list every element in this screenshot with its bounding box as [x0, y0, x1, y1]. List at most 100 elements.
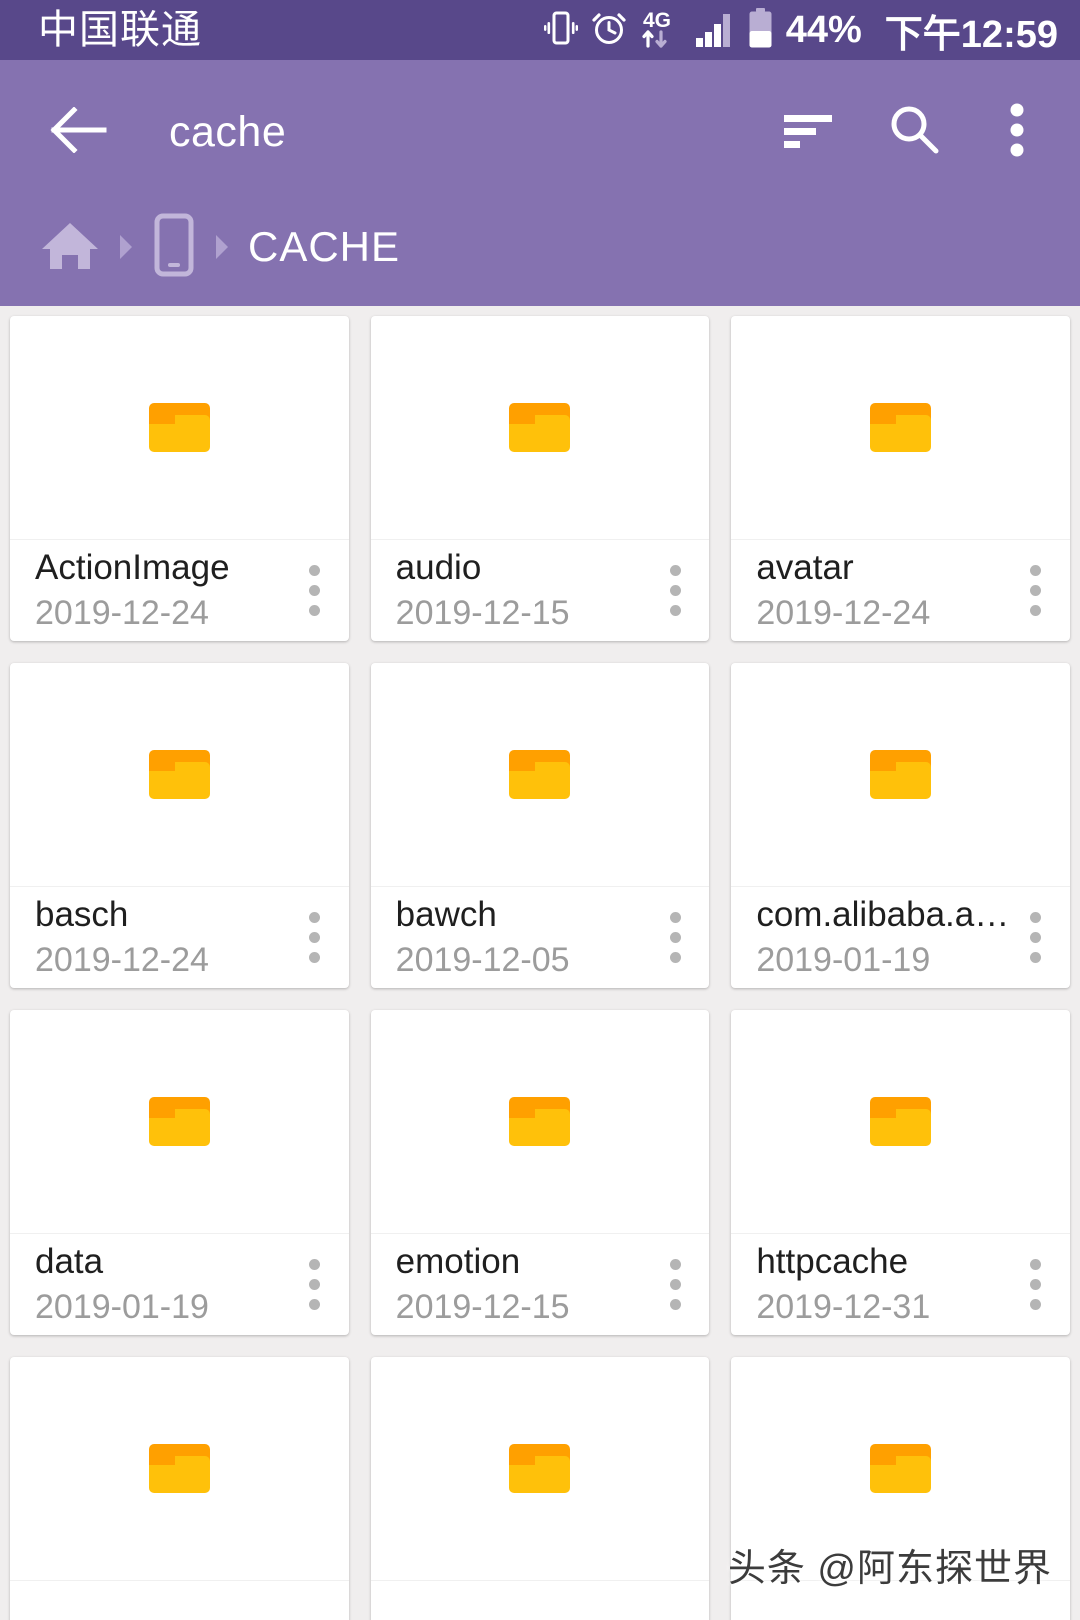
breadcrumb-item-home[interactable]: [40, 217, 100, 278]
file-meta: avatar 2019-12-24: [731, 540, 1070, 641]
file-overflow-button[interactable]: [1010, 1242, 1062, 1328]
file-name: emotion: [395, 1242, 521, 1282]
folder-icon: [509, 403, 571, 452]
overflow-dot: [309, 1279, 321, 1290]
folder-icon: [509, 750, 571, 799]
file-date: 2019-12-15: [395, 593, 570, 632]
file-meta: data 2019-01-19: [10, 1234, 349, 1335]
file-date: 2019-12-24: [35, 940, 209, 979]
overflow-dot: [669, 605, 681, 616]
file-thumbnail: [731, 316, 1070, 540]
search-button[interactable]: [882, 101, 944, 163]
search-icon: [886, 103, 940, 162]
back-button[interactable]: [40, 94, 116, 170]
file-overflow-button[interactable]: [289, 895, 341, 981]
file-name: httpcache: [756, 1242, 909, 1282]
overflow-dot: [669, 585, 681, 596]
file-card[interactable]: [731, 1357, 1070, 1620]
file-name: audio: [395, 548, 482, 588]
file-card[interactable]: avatar 2019-12-24: [731, 316, 1070, 641]
overflow-dot: [1030, 912, 1042, 923]
svg-text:4G: 4G: [643, 9, 671, 32]
sort-icon: [782, 109, 836, 156]
file-date: 2019-01-19: [756, 940, 931, 979]
file-overflow-button[interactable]: [289, 1242, 341, 1328]
folder-icon: [870, 1444, 932, 1493]
file-overflow-button[interactable]: [649, 1242, 701, 1328]
file-overflow-button[interactable]: [1010, 548, 1062, 634]
file-overflow-button[interactable]: [289, 548, 341, 634]
overflow-dot: [309, 912, 321, 923]
overflow-dot: [669, 1299, 681, 1310]
file-card[interactable]: audio 2019-12-15: [370, 316, 710, 641]
file-date: 2019-12-05: [395, 940, 570, 979]
file-date: 2019-12-31: [756, 1287, 931, 1326]
sort-button[interactable]: [778, 101, 840, 163]
file-thumbnail: [10, 316, 349, 540]
file-meta: httpcache 2019-12-31: [731, 1234, 1070, 1335]
file-name: ActionImage: [35, 548, 230, 588]
folder-icon: [148, 403, 210, 452]
breadcrumb-item-device[interactable]: [152, 213, 196, 282]
folder-icon: [148, 1097, 210, 1146]
app-bar-actions: [778, 101, 1048, 163]
file-date: 2019-12-15: [395, 1287, 570, 1326]
overflow-dot: [669, 1279, 681, 1290]
overflow-dot: [1030, 952, 1042, 963]
phone-icon: [152, 213, 196, 282]
overflow-dot: [669, 952, 681, 963]
overflow-dot: [669, 1259, 681, 1270]
file-date: 2019-12-24: [35, 593, 209, 632]
overflow-dot: [1030, 585, 1042, 596]
file-thumbnail: [370, 316, 710, 540]
file-card[interactable]: [10, 1357, 349, 1620]
status-icons: 4G 44% 下午12:59: [543, 3, 1058, 58]
file-card[interactable]: [370, 1357, 710, 1620]
overflow-dot: [309, 605, 321, 616]
folder-icon: [870, 750, 932, 799]
file-grid: ActionImage 2019-12-24 audio 2019-12-15: [0, 306, 1080, 1620]
file-card[interactable]: httpcache 2019-12-31: [731, 1010, 1070, 1335]
page-title: cache: [169, 107, 287, 156]
file-overflow-button[interactable]: [1010, 895, 1062, 981]
file-meta: com.alibaba.a… 2019-01-19: [731, 887, 1070, 988]
file-card[interactable]: ActionImage 2019-12-24: [10, 316, 349, 641]
clock-label: 下午12:59: [884, 13, 1058, 56]
folder-icon: [870, 403, 932, 452]
breadcrumb-item-cache[interactable]: CACHE: [248, 223, 400, 271]
file-meta: [731, 1581, 1070, 1620]
back-arrow-icon: [48, 105, 108, 158]
file-overflow-button[interactable]: [649, 895, 701, 981]
overflow-dot: [309, 565, 321, 576]
overflow-menu-button[interactable]: [986, 101, 1048, 163]
file-thumbnail: [370, 1357, 710, 1581]
file-card[interactable]: basch 2019-12-24: [10, 663, 349, 988]
breadcrumb-separator-icon: [116, 232, 136, 262]
vibrate-icon: [543, 9, 578, 52]
breadcrumb: CACHE: [0, 188, 1080, 306]
file-thumbnail: [731, 1010, 1070, 1234]
file-meta: [10, 1581, 349, 1620]
file-card[interactable]: emotion 2019-12-15: [370, 1010, 710, 1335]
folder-icon: [148, 750, 210, 799]
file-overflow-button[interactable]: [649, 548, 701, 634]
network-4g-icon: 4G: [640, 8, 682, 53]
file-thumbnail: [731, 1357, 1070, 1581]
file-name: avatar: [756, 548, 854, 588]
file-card[interactable]: com.alibaba.a… 2019-01-19: [731, 663, 1070, 988]
file-card[interactable]: data 2019-01-19: [10, 1010, 349, 1335]
file-card[interactable]: bawch 2019-12-05: [370, 663, 710, 988]
status-bar: 中国联通 4G 44% 下午12:59: [0, 0, 1080, 60]
folder-icon: [148, 1444, 210, 1493]
file-thumbnail: [10, 663, 349, 887]
file-meta: [371, 1581, 710, 1620]
overflow-dot: [1030, 1259, 1042, 1270]
breadcrumb-current-label: CACHE: [248, 223, 401, 270]
file-name: com.alibaba.a…: [756, 895, 1010, 935]
battery-percent-label: 44%: [785, 8, 862, 51]
app-bar-top-row: cache: [0, 76, 1080, 188]
folder-icon: [870, 1097, 932, 1146]
overflow-dot: [1030, 1299, 1042, 1310]
file-thumbnail: [370, 1010, 710, 1234]
file-date: 2019-01-19: [35, 1287, 209, 1326]
